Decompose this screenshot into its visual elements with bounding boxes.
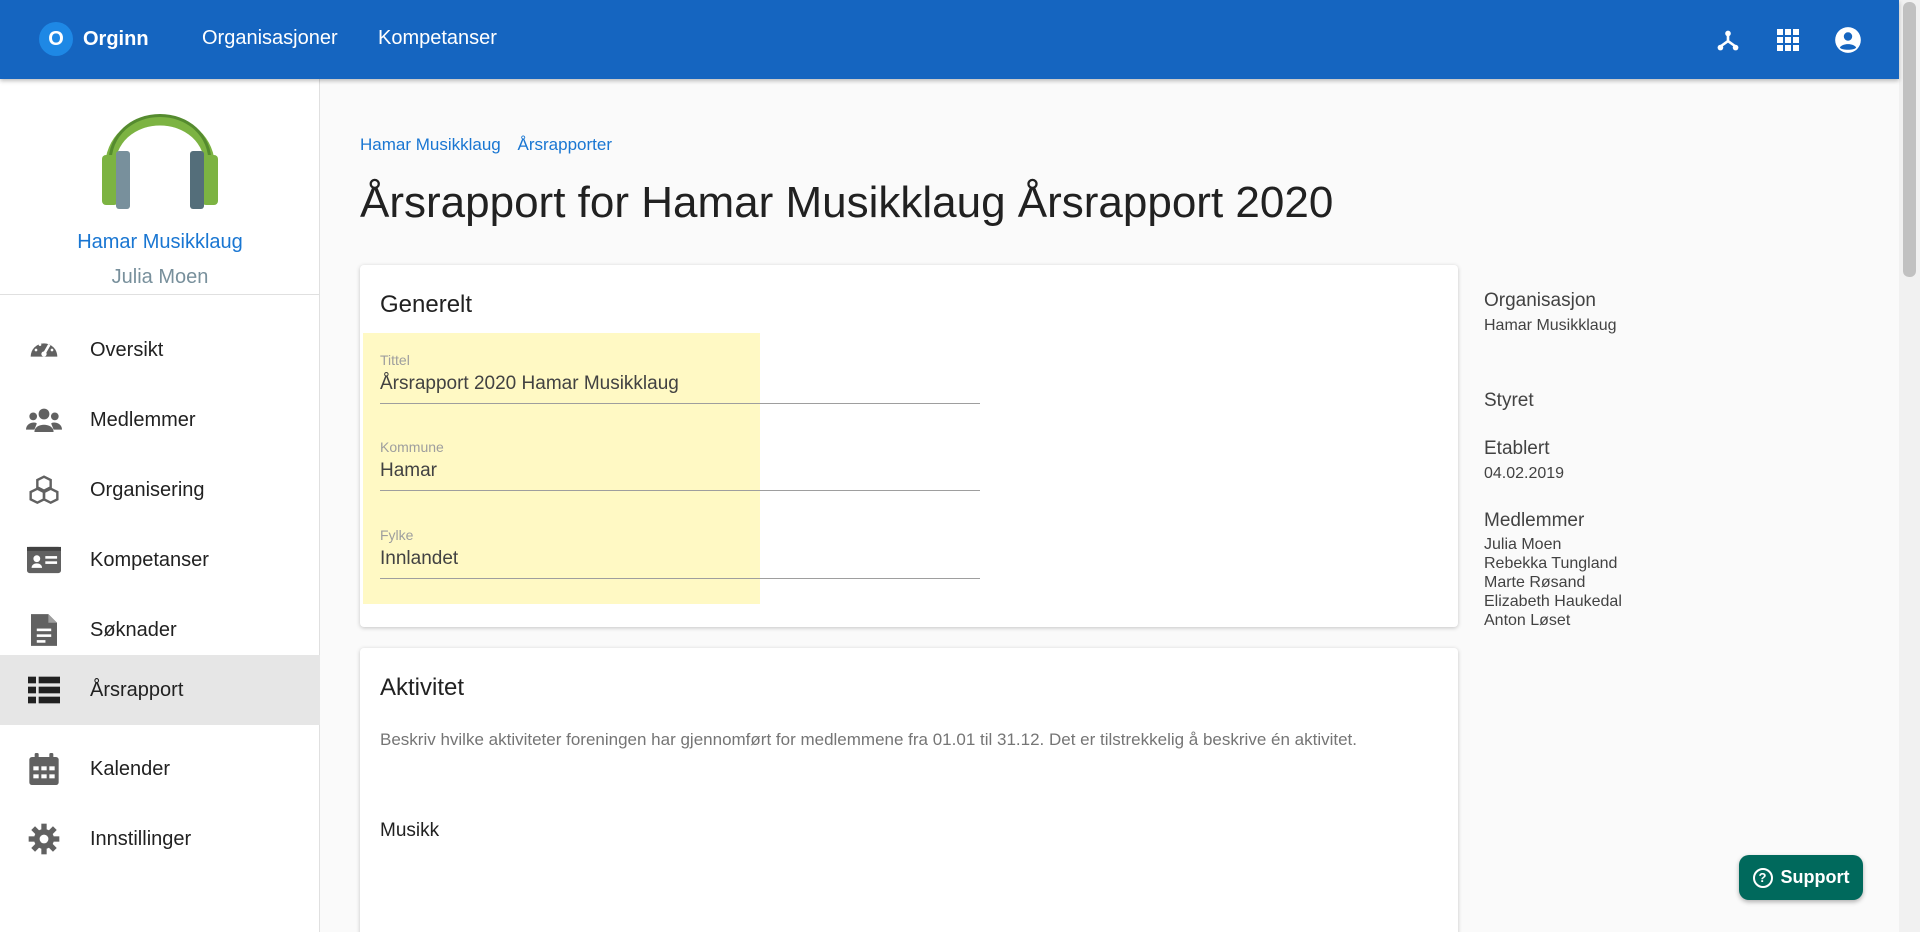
headphones-logo (98, 93, 222, 213)
sidebar-item-label: Kalender (90, 757, 171, 780)
member-name: Julia Moen (1484, 536, 1562, 553)
sidebar-item-label: Søknader (90, 618, 177, 641)
info-label: Medlemmer (1484, 510, 1585, 531)
sidebar-item-kalender[interactable]: Kalender (0, 734, 320, 804)
aktivitet-description: Beskriv hvilke aktiviteter foreningen ha… (380, 730, 1357, 749)
breadcrumb-link-arsrapporter[interactable]: Årsrapporter (518, 135, 612, 154)
sidebar-divider (0, 294, 320, 295)
apps-grid-icon[interactable] (1773, 25, 1803, 55)
scrollbar[interactable] (1899, 0, 1920, 932)
generelt-card: Generelt Tittel Årsrapport 2020 Hamar Mu… (360, 265, 1458, 627)
field-value[interactable]: Årsrapport 2020 Hamar Musikklaug (380, 373, 980, 403)
sidebar-item-label: Årsrapport (90, 678, 184, 701)
field-label: Tittel (380, 352, 410, 368)
member-name: Elizabeth Haukedal (1484, 593, 1622, 610)
sidebar-item-medlemmer[interactable]: Medlemmer (0, 385, 320, 455)
brand-name[interactable]: Orginn (83, 28, 149, 51)
breadcrumb-link-org[interactable]: Hamar Musikklaug (360, 135, 501, 154)
document-icon (26, 612, 62, 648)
calendar-icon (26, 751, 62, 787)
cubes-icon (26, 472, 62, 508)
info-label: Styret (1484, 390, 1534, 411)
brand-logo[interactable]: O (39, 22, 73, 56)
generelt-title: Generelt (380, 291, 473, 318)
field-label: Fylke (380, 527, 414, 543)
sidebar-item-oversikt[interactable]: Oversikt (0, 315, 320, 385)
fylke-field[interactable]: Fylke Innlandet (380, 527, 980, 579)
field-value[interactable]: Innlandet (380, 548, 980, 578)
member-name: Anton Løset (1484, 612, 1571, 629)
id-card-icon (26, 542, 62, 578)
field-label: Kommune (380, 439, 444, 455)
member-list: Julia Moen Rebekka Tungland Marte Røsand… (1484, 535, 1622, 630)
sidebar-item-organisering[interactable]: Organisering (0, 455, 320, 525)
info-organisasjon: Organisasjon Hamar Musikklaug (1484, 290, 1616, 335)
sidebar-item-arsrapport[interactable]: Årsrapport (0, 655, 320, 725)
info-styret: Styret (1484, 390, 1534, 412)
support-label: Support (1780, 867, 1850, 887)
sidebar: Hamar Musikklaug Julia Moen Oversikt Med… (0, 79, 320, 932)
brand[interactable]: O Orginn (39, 22, 149, 56)
aktivitet-item: Musikk (380, 820, 440, 841)
nav-organisasjoner[interactable]: Organisasjoner (202, 27, 338, 50)
org-tree-icon[interactable] (1713, 25, 1743, 55)
help-circle-icon: ? (1752, 867, 1773, 888)
account-circle-icon[interactable] (1833, 25, 1863, 55)
info-label: Etablert (1484, 438, 1550, 459)
tittel-field[interactable]: Tittel Årsrapport 2020 Hamar Musikklaug (380, 352, 980, 404)
info-value: Hamar Musikklaug (1484, 317, 1617, 334)
top-app-bar: O Orginn Organisasjoner Kompetanser (0, 0, 1899, 79)
sidebar-user-name: Julia Moen (111, 266, 209, 288)
aktivitet-title: Aktivitet (380, 674, 465, 701)
info-etablert: Etablert 04.02.2019 (1484, 438, 1564, 483)
member-name: Marte Røsand (1484, 574, 1586, 591)
sidebar-item-label: Organisering (90, 478, 205, 501)
sidebar-item-label: Kompetanser (90, 548, 209, 571)
info-medlemmer: Medlemmer Julia Moen Rebekka Tungland Ma… (1484, 510, 1622, 630)
member-name: Rebekka Tungland (1484, 555, 1618, 572)
sidebar-item-kompetanser[interactable]: Kompetanser (0, 525, 320, 595)
nav-kompetanser[interactable]: Kompetanser (378, 27, 497, 50)
sidebar-org-name[interactable]: Hamar Musikklaug (0, 231, 320, 254)
aktivitet-card: Aktivitet Beskriv hvilke aktiviteter for… (360, 648, 1458, 932)
sidebar-item-innstillinger[interactable]: Innstillinger (0, 804, 320, 874)
scrollbar-thumb[interactable] (1903, 2, 1916, 277)
sidebar-item-label: Innstillinger (90, 827, 192, 850)
field-value[interactable]: Hamar (380, 460, 980, 490)
dashboard-gauge-icon (26, 332, 62, 368)
sidebar-item-label: Medlemmer (90, 408, 196, 431)
people-group-icon (26, 402, 62, 438)
breadcrumb: Hamar Musikklaug Årsrapporter (360, 135, 624, 155)
support-button[interactable]: ? Support (1739, 855, 1863, 900)
sidebar-item-label: Oversikt (90, 338, 164, 361)
table-list-icon (26, 672, 62, 708)
info-label: Organisasjon (1484, 290, 1596, 311)
page-title: Årsrapport for Hamar Musikklaug Årsrappo… (360, 178, 1334, 227)
gear-icon (26, 821, 62, 857)
info-value: 04.02.2019 (1484, 465, 1565, 482)
kommune-field[interactable]: Kommune Hamar (380, 439, 980, 491)
